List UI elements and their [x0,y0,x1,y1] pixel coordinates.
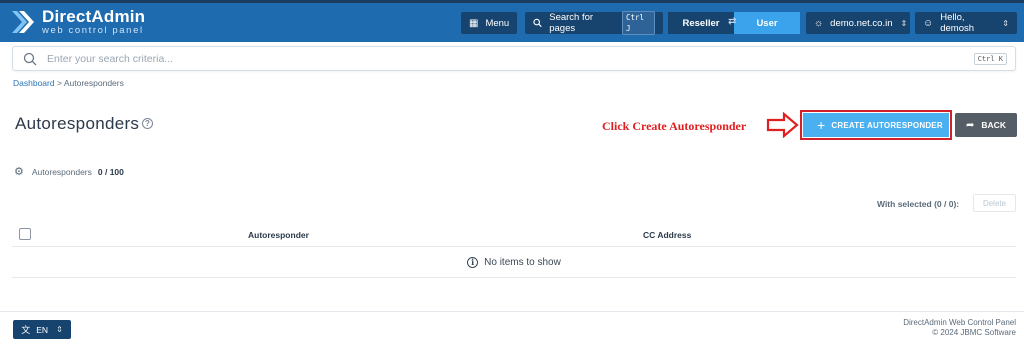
translate-icon: 文 [21,325,31,335]
language-selector[interactable]: 文 EN ⇕ [13,320,71,339]
search-input[interactable] [47,52,974,65]
empty-state-text: No items to show [484,256,561,268]
search-icon [23,52,37,65]
breadcrumb: Dashboard > Autoresponders [13,78,124,88]
quota-label: Autoresponders [31,166,92,177]
role-toggle[interactable]: Reseller User ⇄ [668,12,800,34]
footer-credits: DirectAdmin Web Control Panel © 2024 JBM… [903,318,1016,338]
autoresponders-table: Autoresponder CC Address i No items to s… [12,221,1016,278]
plus-icon: + [817,117,826,133]
info-icon: i [467,256,479,268]
page-title: Autoresponders [15,114,140,133]
globe-icon: ☼ [814,17,824,29]
create-autoresponder-label: CREATE AUTORESPONDER [831,120,943,130]
chevron-updown-icon: ⇕ [56,325,63,334]
breadcrumb-dashboard[interactable]: Dashboard [13,78,55,88]
back-label: BACK [981,120,1006,130]
logo-title: DirectAdmin [42,7,146,26]
breadcrumb-separator: > [56,78,62,88]
annotation-text: Click Create Autoresponder [602,119,747,133]
chevron-updown-icon: ⇕ [1002,18,1009,28]
share-arrow-icon: ➦ [966,119,975,131]
domain-selector[interactable]: ☼ demo.net.co.in ⇕ [806,12,910,34]
back-button[interactable]: ➦ BACK [955,113,1017,137]
footer-divider [0,311,1024,312]
menu-button[interactable]: ▦ Menu [461,12,518,34]
quota-value: 0 / 100 [97,166,124,177]
select-all-checkbox[interactable] [19,228,31,240]
user-menu[interactable]: ☺ Hello, demosh ⇕ [915,12,1017,34]
page-search-label: Search for pages [549,12,594,34]
breadcrumb-current: Autoresponders [63,78,124,88]
role-reseller[interactable]: Reseller [668,12,734,34]
grid-icon: ▦ [469,17,479,29]
directadmin-logo-icon [12,11,34,33]
menu-label: Menu [485,17,510,29]
column-cc-address[interactable]: CC Address [643,230,691,240]
column-autoresponder[interactable]: Autoresponder [248,230,309,240]
footer-product: DirectAdmin Web Control Panel [903,318,1016,327]
top-navbar: DirectAdmin web control panel ▦ Menu Sea… [0,0,1024,42]
logo[interactable]: DirectAdmin web control panel [10,8,145,36]
table-header: Autoresponder CC Address [12,221,1016,247]
language-label: EN [36,324,49,335]
gear-icon: ⚙ [14,166,24,178]
create-autoresponder-button[interactable]: + CREATE AUTORESPONDER [800,110,952,140]
search-icon [533,18,542,28]
swap-icon: ⇄ [728,16,737,27]
with-selected-label: With selected (0 / 0): [877,199,960,209]
footer-copyright: © 2024 JBMC Software [932,328,1016,337]
delete-button[interactable]: Delete [973,194,1016,212]
annotation-arrow-icon [766,112,799,138]
logo-subtitle: web control panel [42,25,144,36]
user-icon: ☺ [923,17,934,29]
domain-label: demo.net.co.in [830,17,893,29]
chevron-updown-icon: ⇕ [900,18,908,28]
empty-state-row: i No items to show [12,247,1016,278]
role-user[interactable]: User [734,12,800,34]
search-shortcut: Ctrl J [622,11,655,35]
quota-info: ⚙ Autoresponders 0 / 100 [14,165,124,178]
search-shortcut-hint: Ctrl K [973,52,1007,65]
global-search-bar: Ctrl K [12,46,1016,71]
help-icon[interactable]: ? [142,118,153,129]
page-search-button[interactable]: Search for pages Ctrl J [525,11,663,35]
user-greeting: Hello, demosh [940,12,975,34]
